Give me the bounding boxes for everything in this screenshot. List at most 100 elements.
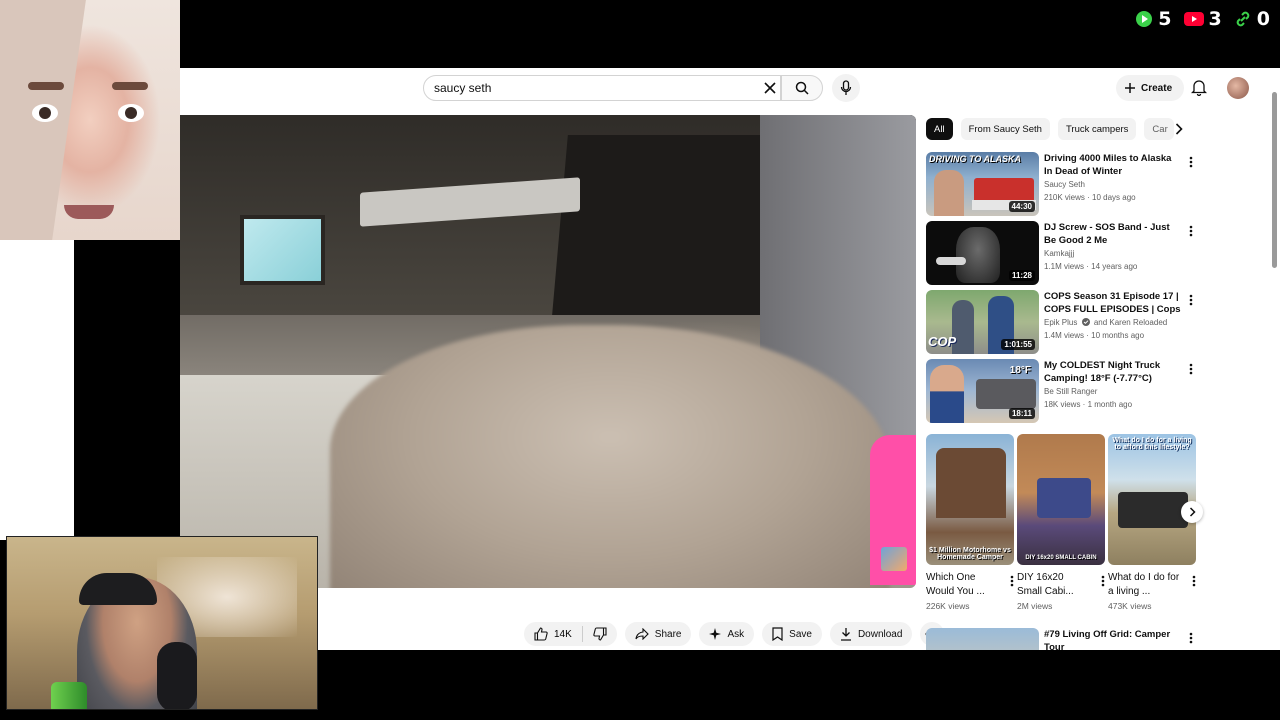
video-menu-button[interactable] — [1186, 292, 1196, 308]
more-vertical-icon — [1189, 363, 1193, 375]
short-menu-button[interactable] — [1101, 574, 1105, 592]
close-icon — [764, 82, 776, 94]
microphone-icon — [840, 80, 852, 95]
search-icon — [795, 81, 809, 95]
video-duration: 1:01:55 — [1001, 339, 1035, 350]
video-title[interactable]: COPS Season 31 Episode 17 | COPS FULL EP… — [1044, 290, 1182, 316]
channel-name[interactable]: Epik Plus and Karen Reloaded — [1044, 318, 1167, 327]
video-title[interactable]: DJ Screw - SOS Band - Just Be Good 2 Me — [1044, 221, 1182, 247]
search-input-value: saucy seth — [434, 81, 492, 95]
video-player[interactable] — [180, 115, 916, 588]
short-thumbnail[interactable]: DIY 16x20 SMALL CABIN — [1017, 434, 1105, 565]
more-vertical-icon — [1189, 632, 1193, 644]
video-title[interactable]: Driving 4000 Miles to Alaska In Dead of … — [1044, 152, 1182, 178]
verified-icon — [1081, 318, 1090, 326]
video-thumbnail[interactable]: DRIVING TO ALASKA 44:30 — [926, 152, 1039, 216]
recommendation-item[interactable]: 18°F 18:11 My COLDEST Night Truck Campin… — [926, 359, 1266, 423]
webcam-top — [0, 0, 180, 240]
channel-watermark[interactable] — [881, 547, 907, 571]
page-scrollbar[interactable] — [1272, 92, 1277, 268]
recommendation-item[interactable]: 11:28 DJ Screw - SOS Band - Just Be Good… — [926, 221, 1266, 285]
bell-icon — [1190, 80, 1208, 97]
short-item[interactable]: What do I do for a living to afford this… — [1108, 434, 1196, 611]
webcam-bottom — [6, 536, 318, 710]
play-icon — [1136, 11, 1153, 27]
channel-name[interactable]: Be Still Ranger — [1044, 387, 1097, 396]
download-label: Download — [857, 628, 903, 640]
screen: 5 3 0 saucy seth Create 14K Share Ask Sa… — [0, 0, 1280, 720]
sparkle-icon — [709, 628, 722, 640]
chips-next-button[interactable] — [1170, 120, 1188, 138]
video-meta: 1.4M views · 10 months ago — [1044, 331, 1145, 340]
recommendation-item[interactable]: COP 1:01:55 COPS Season 31 Episode 17 | … — [926, 290, 1266, 354]
search-input[interactable]: saucy seth — [423, 75, 781, 101]
youtube-count: 3 — [1208, 8, 1222, 30]
shorts-next-button[interactable] — [1181, 501, 1203, 523]
short-thumbnail-text: DIY 16x20 SMALL CABIN — [1025, 555, 1097, 561]
short-title[interactable]: What do I do for a living ... — [1108, 571, 1180, 599]
download-icon — [840, 628, 851, 641]
video-thumbnail[interactable]: 11:28 — [926, 221, 1039, 285]
short-views: 473K views — [1108, 601, 1152, 611]
short-thumbnail-text: What do I do for a living to afford this… — [1112, 437, 1192, 451]
video-thumbnail[interactable]: COP 1:01:55 — [926, 290, 1039, 354]
video-thumbnail[interactable] — [926, 628, 1039, 650]
short-menu-button[interactable] — [1192, 574, 1196, 592]
play-counter: 5 — [1135, 8, 1172, 30]
chip-all[interactable]: All — [926, 118, 953, 140]
save-label: Save — [789, 628, 812, 640]
voice-search-button[interactable] — [832, 74, 860, 102]
like-button[interactable]: 14K — [524, 627, 582, 641]
video-menu-button[interactable] — [1186, 223, 1196, 239]
account-avatar[interactable] — [1227, 77, 1249, 99]
video-thumbnail[interactable]: 18°F 18:11 — [926, 359, 1039, 423]
dislike-button[interactable] — [583, 627, 617, 641]
play-count: 5 — [1158, 8, 1172, 30]
chip-from-saucy-seth[interactable]: From Saucy Seth — [960, 118, 1050, 140]
thumbnail-text: DRIVING TO ALASKA — [929, 154, 1022, 164]
short-thumbnail-text: $1 Million Motorhome vs Homemade Camper — [929, 547, 1011, 561]
video-duration: 44:30 — [1008, 201, 1035, 212]
channel-name[interactable]: Saucy Seth — [1044, 180, 1085, 189]
short-title[interactable]: Which One Would You ... — [926, 571, 998, 599]
search-button[interactable] — [781, 75, 823, 101]
thumbs-up-icon — [534, 627, 548, 641]
video-menu-button[interactable] — [1186, 630, 1196, 646]
short-views: 2M views — [1017, 601, 1053, 611]
channel-name[interactable]: Kamkajjj — [1044, 249, 1074, 258]
share-icon — [635, 628, 649, 640]
more-vertical-icon — [1010, 575, 1014, 587]
like-dislike-group: 14K — [524, 622, 617, 646]
short-item[interactable]: $1 Million Motorhome vs Homemade Camper … — [926, 434, 1014, 611]
video-meta: 1.1M views · 14 years ago — [1044, 262, 1138, 271]
chip-truck-campers[interactable]: Truck campers — [1057, 118, 1137, 140]
youtube-page: saucy seth Create 14K Share Ask Save Dow… — [180, 68, 1280, 650]
recommendation-item[interactable]: #79 Living Off Grid: Camper Tour — [926, 628, 1266, 650]
short-item[interactable]: DIY 16x20 SMALL CABIN DIY 16x20 Small Ca… — [1017, 434, 1105, 611]
short-thumbnail[interactable]: What do I do for a living to afford this… — [1108, 434, 1196, 565]
channel-name-text: Epik Plus — [1044, 318, 1078, 327]
like-count: 14K — [554, 628, 572, 640]
notifications-button[interactable] — [1190, 78, 1208, 101]
thumbnail-text: 18°F — [1009, 365, 1031, 376]
ask-label: Ask — [727, 628, 745, 640]
video-duration: 18:11 — [1008, 408, 1035, 419]
chevron-right-icon — [1189, 507, 1196, 517]
share-button[interactable]: Share — [624, 622, 692, 646]
short-title[interactable]: DIY 16x20 Small Cabi... — [1017, 571, 1089, 599]
recommendation-item[interactable]: DRIVING TO ALASKA 44:30 Driving 4000 Mil… — [926, 152, 1266, 216]
short-menu-button[interactable] — [1010, 574, 1014, 592]
filter-chips: All From Saucy Seth Truck campers Car — [926, 118, 1175, 140]
ask-button[interactable]: Ask — [699, 622, 755, 646]
create-button[interactable]: Create — [1116, 75, 1185, 101]
more-vertical-icon — [1189, 294, 1193, 306]
download-button[interactable]: Download — [829, 622, 913, 646]
save-button[interactable]: Save — [762, 622, 822, 646]
video-title[interactable]: My COLDEST Night Truck Camping! 18°F (-7… — [1044, 359, 1182, 385]
clear-search-button[interactable] — [760, 79, 780, 97]
short-thumbnail[interactable]: $1 Million Motorhome vs Homemade Camper — [926, 434, 1014, 565]
video-menu-button[interactable] — [1186, 361, 1196, 377]
video-title[interactable]: #79 Living Off Grid: Camper Tour — [1044, 628, 1182, 650]
link-icon — [1236, 11, 1250, 27]
video-menu-button[interactable] — [1186, 154, 1196, 170]
